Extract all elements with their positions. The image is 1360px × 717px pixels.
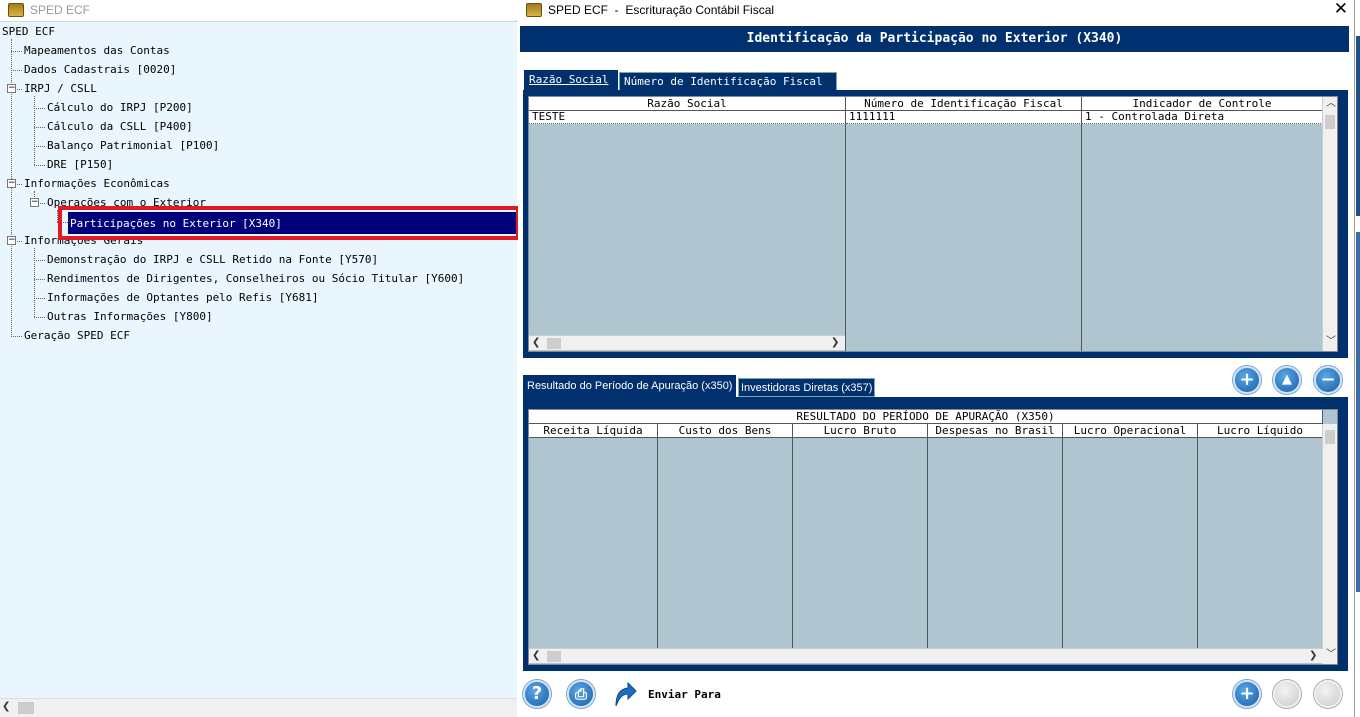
move-up-button[interactable]: ▲ (1273, 366, 1301, 394)
scroll-thumb[interactable] (547, 338, 561, 349)
left-window-title: SPED ECF (30, 3, 91, 17)
collapse-icon[interactable]: − (7, 84, 16, 93)
tree-item-y600[interactable]: Rendimentos de Dirigentes, Conselheiros … (47, 272, 464, 286)
column-header[interactable]: Custo dos Bens (658, 424, 793, 438)
navigation-tree: SPED ECF Mapeamentos das Contas Dados Ca… (0, 21, 520, 698)
tab-razao-social[interactable]: Razão Social (524, 70, 618, 91)
tree-item-informacoes-economicas[interactable]: Informações Econômicas (24, 177, 170, 191)
tree-root[interactable]: SPED ECF (2, 25, 55, 39)
scroll-left-icon[interactable]: ❮ (532, 649, 540, 663)
vertical-scrollbar[interactable]: ﹀ (1322, 424, 1337, 664)
scroll-left-icon[interactable]: ❮ (2, 701, 16, 715)
cell-razao-social[interactable]: TESTE (529, 111, 846, 124)
column-header[interactable]: Lucro Operacional (1063, 424, 1198, 438)
page-title: Identificação da Participação no Exterio… (520, 26, 1349, 52)
send-arrow-icon[interactable] (612, 680, 638, 708)
column-header[interactable]: Indicador de Controle (1082, 97, 1323, 111)
participacoes-grid: Razão Social Número de Identificação Fis… (528, 96, 1338, 352)
tree-item-dre[interactable]: DRE [P150] (47, 158, 113, 172)
tree-item-calculo-irpj[interactable]: Cálculo do IRPJ [P200] (47, 101, 193, 115)
tree-item-geracao-sped[interactable]: Geração SPED ECF (24, 329, 130, 343)
column-header[interactable]: Lucro Bruto (793, 424, 928, 438)
print-button[interactable]: ⎙ (567, 680, 595, 708)
tree-item-y570[interactable]: Demonstração do IRPJ e CSLL Retido na Fo… (47, 253, 378, 267)
tree-window: SPED ECF SPED ECF Mapeamentos das Contas… (0, 0, 520, 717)
tree-horizontal-scrollbar[interactable]: ❮ (0, 698, 517, 717)
tree-item-informacoes-gerais[interactable]: Informações Gerais (24, 234, 143, 248)
detail-window: SPED ECF - Escrituração Contábil Fiscal … (518, 0, 1354, 717)
tab-numero-identificacao-label: Número de Identificação Fiscal (624, 75, 823, 88)
column-header[interactable]: Razão Social (529, 97, 846, 111)
scroll-thumb[interactable] (1325, 430, 1335, 444)
tree-item-calculo-csll[interactable]: Cálculo da CSLL [P400] (47, 120, 193, 134)
scroll-up-icon[interactable]: ︿ (1326, 97, 1336, 111)
column-header[interactable]: Receita Líquida (529, 424, 658, 438)
tree-item-y800[interactable]: Outras Informações [Y800] (47, 310, 213, 324)
scroll-right-icon[interactable]: ❯ (1309, 649, 1317, 663)
scroll-thumb[interactable] (1325, 115, 1335, 129)
collapse-icon[interactable]: − (30, 198, 39, 207)
right-title-bar: SPED ECF - Escrituração Contábil Fiscal … (518, 0, 1354, 20)
cancel-disabled-button (1314, 680, 1342, 708)
help-button[interactable]: ? (523, 680, 551, 708)
tab-investidoras-diretas[interactable]: Investidoras Diretas (x357) (738, 378, 876, 397)
vertical-scrollbar[interactable]: ︿ ﹀ (1322, 97, 1337, 351)
right-window-title: SPED ECF - Escrituração Contábil Fiscal (548, 3, 775, 17)
horizontal-scrollbar[interactable]: ❮ ❯ (529, 335, 845, 350)
tree-item-y681[interactable]: Informações de Optantes pelo Refis [Y681… (47, 291, 319, 305)
scroll-thumb[interactable] (547, 651, 561, 662)
resultado-grid: RESULTADO DO PERÍODO DE APURAÇÃO (X350) … (528, 409, 1338, 665)
app-icon (8, 3, 24, 17)
horizontal-scrollbar[interactable]: ❮ ❯ (529, 648, 1323, 663)
cell-indicador-controle[interactable]: 1 - Controlada Direta (1082, 111, 1323, 124)
tree-item-dados-cadastrais[interactable]: Dados Cadastrais [0020] (24, 63, 176, 77)
tree-item-operacoes-exterior[interactable]: Operações com o Exterior (47, 196, 206, 210)
tab-resultado-periodo-label: Resultado do Período de Apuração (x350) (527, 380, 733, 392)
grid-caption: RESULTADO DO PERÍODO DE APURAÇÃO (X350) (529, 410, 1323, 424)
column-header[interactable]: Número de Identificação Fiscal (846, 97, 1082, 111)
tab-investidoras-diretas-label: Investidoras Diretas (x357) (741, 382, 873, 394)
confirm-disabled-button (1273, 680, 1301, 708)
left-title-bar: SPED ECF (0, 0, 517, 20)
add-button[interactable]: + (1233, 366, 1261, 394)
close-icon[interactable]: ✕ (1334, 0, 1348, 18)
collapse-icon[interactable]: − (7, 236, 16, 245)
tree-item-balanco[interactable]: Balanço Patrimonial [P100] (47, 139, 219, 153)
scroll-down-icon[interactable]: ﹀ (1326, 335, 1336, 349)
column-header[interactable]: Lucro Líquido (1198, 424, 1323, 438)
background-window-edge (1354, 0, 1360, 717)
collapse-icon[interactable]: − (7, 179, 16, 188)
scroll-right-icon[interactable]: ❯ (831, 336, 839, 350)
tab-resultado-periodo[interactable]: Resultado do Período de Apuração (x350) (523, 375, 737, 397)
tree-item-mapeamentos[interactable]: Mapeamentos das Contas (24, 44, 170, 58)
remove-button[interactable]: − (1314, 366, 1342, 394)
scroll-down-icon[interactable]: ﹀ (1326, 648, 1336, 662)
tab-razao-social-label: Razão Social (529, 73, 609, 86)
tab-numero-identificacao[interactable]: Número de Identificação Fiscal (619, 72, 837, 91)
column-header[interactable]: Despesas no Brasil (928, 424, 1063, 438)
scroll-thumb[interactable] (18, 702, 34, 714)
add-button[interactable]: + (1233, 680, 1261, 708)
tree-item-participacoes-exterior-selected[interactable]: Participações no Exterior [X340] (68, 212, 517, 234)
send-to-label[interactable]: Enviar Para (648, 688, 721, 701)
cell-nif[interactable]: 1111111 (846, 111, 1082, 124)
app-icon (526, 3, 542, 17)
scroll-left-icon[interactable]: ❮ (532, 336, 540, 350)
tree-item-irpj-csll[interactable]: IRPJ / CSLL (24, 82, 97, 96)
